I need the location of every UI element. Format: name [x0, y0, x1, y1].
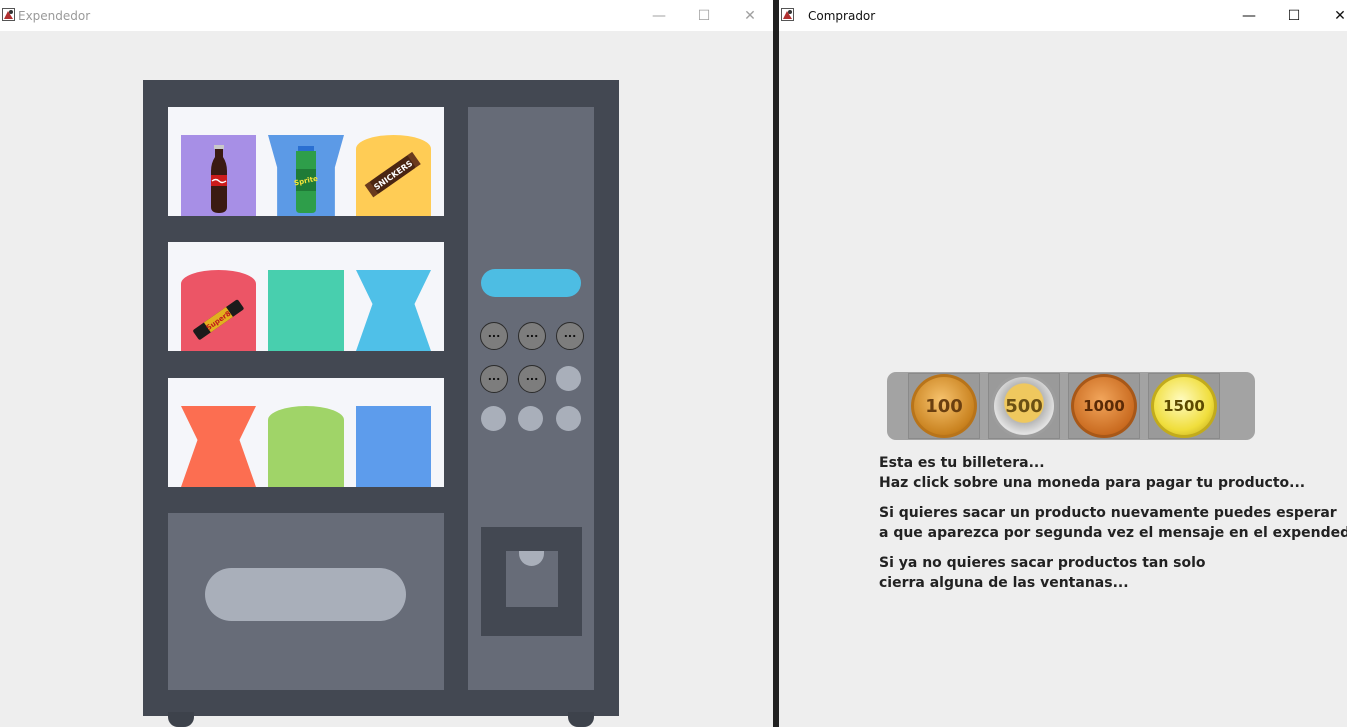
repeat-message-line-2: a que aparezca por segunda vez el mensaj… — [879, 525, 1347, 541]
keypad-dot — [556, 406, 581, 431]
window-title: Comprador — [808, 9, 876, 23]
dispenser-door[interactable] — [205, 568, 406, 621]
super8-bar-icon: Super8 — [193, 299, 244, 340]
maximize-button[interactable]: ☐ — [695, 7, 713, 25]
keypad-button-4[interactable]: ... — [480, 365, 508, 393]
coin-100-icon: 100 — [911, 374, 977, 438]
wallet-message-line-2: Haz click sobre una moneda para pagar tu… — [879, 475, 1306, 491]
minimize-button[interactable]: — — [650, 7, 668, 25]
keypad-dot — [556, 366, 581, 391]
coin-500-button[interactable]: 500 — [988, 373, 1060, 439]
shelf-1: Sprite SNICKERS — [168, 107, 444, 216]
sprite-bottle-icon: Sprite — [293, 146, 319, 213]
snickers-bar-icon: SNICKERS — [364, 151, 421, 198]
keypad-button-2[interactable]: ... — [518, 322, 546, 350]
shelf-3 — [168, 378, 444, 487]
repeat-message-line-1: Si quieres sacar un producto nuevamente … — [879, 505, 1337, 521]
keypad-button-3[interactable]: ... — [556, 322, 584, 350]
coin-500-icon: 500 — [991, 374, 1057, 438]
coin-100-button[interactable]: 100 — [908, 373, 980, 439]
coca-cola-bottle-icon — [211, 145, 227, 213]
coin-1000-button[interactable]: 1000 — [1068, 373, 1140, 439]
product-slot-6[interactable] — [356, 270, 431, 351]
product-slot-2[interactable]: Sprite — [268, 135, 344, 216]
wallet-panel: 100 500 1000 1500 — [887, 372, 1255, 440]
coin-1000-icon: 1000 — [1071, 374, 1137, 438]
product-slot-3[interactable]: SNICKERS — [356, 135, 431, 216]
comprador-titlebar[interactable]: Comprador — ☐ ✕ — [779, 0, 1347, 31]
keypad-button-1[interactable]: ... — [480, 322, 508, 350]
keypad-button-5[interactable]: ... — [518, 365, 546, 393]
exit-message-line-1: Si ya no quieres sacar productos tan sol… — [879, 555, 1206, 571]
product-slot-4[interactable]: Super8 — [181, 270, 256, 351]
close-button[interactable]: ✕ — [741, 7, 759, 25]
machine-display — [481, 269, 581, 297]
window-title: Expendedor — [18, 9, 91, 23]
shelf-2: Super8 — [168, 242, 444, 351]
expendedor-window: Expendedor — ☐ ✕ Sprite SNICKERS Super8 … — [0, 0, 773, 727]
machine-foot-left — [168, 712, 194, 727]
keypad-dot — [518, 406, 543, 431]
java-app-icon — [2, 8, 15, 21]
coin-1500-icon: 1500 — [1151, 374, 1217, 438]
expendedor-titlebar[interactable]: Expendedor — ☐ ✕ — [0, 0, 773, 31]
keypad-dot — [481, 406, 506, 431]
product-slot-7[interactable] — [181, 406, 256, 487]
product-slot-9[interactable] — [356, 406, 431, 487]
wallet-message-line-1: Esta es tu billetera... — [879, 455, 1045, 471]
product-slot-5[interactable] — [268, 270, 344, 351]
minimize-button[interactable]: — — [1240, 7, 1258, 25]
product-slot-1[interactable] — [181, 135, 256, 216]
close-button[interactable]: ✕ — [1331, 7, 1347, 25]
machine-foot-right — [568, 712, 594, 727]
coin-1500-button[interactable]: 1500 — [1148, 373, 1220, 439]
product-slot-8[interactable] — [268, 406, 344, 487]
java-app-icon — [781, 8, 794, 21]
comprador-window: Comprador — ☐ ✕ 100 500 1000 1500 Esta e… — [779, 0, 1347, 727]
maximize-button[interactable]: ☐ — [1285, 7, 1303, 25]
exit-message-line-2: cierra alguna de las ventanas... — [879, 575, 1129, 591]
